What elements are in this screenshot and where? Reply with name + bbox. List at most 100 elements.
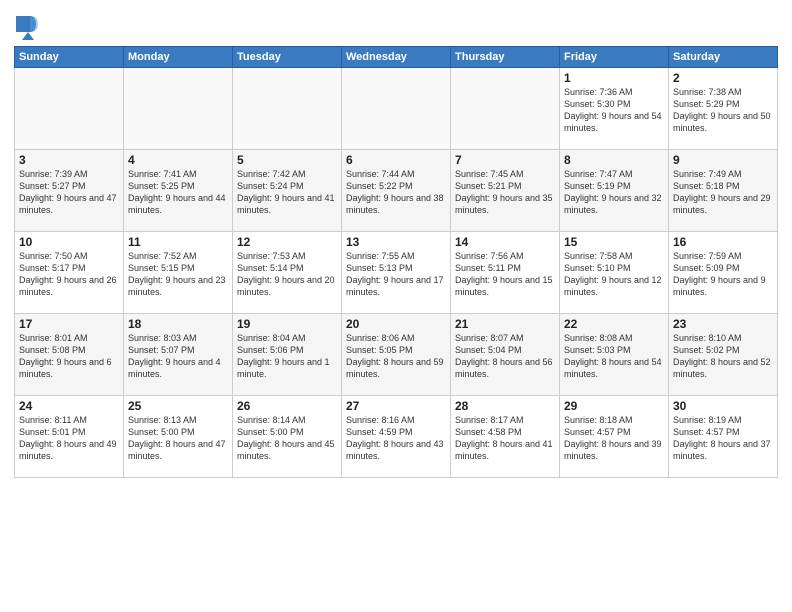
day-number: 28 [455,399,555,413]
calendar-cell: 14Sunrise: 7:56 AM Sunset: 5:11 PM Dayli… [451,232,560,314]
calendar-cell: 13Sunrise: 7:55 AM Sunset: 5:13 PM Dayli… [342,232,451,314]
cell-info: Sunrise: 7:55 AM Sunset: 5:13 PM Dayligh… [346,250,446,299]
calendar-cell [233,68,342,150]
week-row-2: 3Sunrise: 7:39 AM Sunset: 5:27 PM Daylig… [15,150,778,232]
calendar-cell: 17Sunrise: 8:01 AM Sunset: 5:08 PM Dayli… [15,314,124,396]
cell-info: Sunrise: 8:10 AM Sunset: 5:02 PM Dayligh… [673,332,773,381]
calendar-cell: 9Sunrise: 7:49 AM Sunset: 5:18 PM Daylig… [669,150,778,232]
day-number: 20 [346,317,446,331]
cell-info: Sunrise: 7:49 AM Sunset: 5:18 PM Dayligh… [673,168,773,217]
day-number: 19 [237,317,337,331]
week-row-1: 1Sunrise: 7:36 AM Sunset: 5:30 PM Daylig… [15,68,778,150]
calendar-cell: 5Sunrise: 7:42 AM Sunset: 5:24 PM Daylig… [233,150,342,232]
day-number: 10 [19,235,119,249]
day-number: 8 [564,153,664,167]
cell-info: Sunrise: 8:19 AM Sunset: 4:57 PM Dayligh… [673,414,773,463]
calendar-cell: 16Sunrise: 7:59 AM Sunset: 5:09 PM Dayli… [669,232,778,314]
calendar-cell: 24Sunrise: 8:11 AM Sunset: 5:01 PM Dayli… [15,396,124,478]
cell-info: Sunrise: 7:58 AM Sunset: 5:10 PM Dayligh… [564,250,664,299]
calendar-cell: 4Sunrise: 7:41 AM Sunset: 5:25 PM Daylig… [124,150,233,232]
week-row-5: 24Sunrise: 8:11 AM Sunset: 5:01 PM Dayli… [15,396,778,478]
day-number: 21 [455,317,555,331]
calendar-cell: 27Sunrise: 8:16 AM Sunset: 4:59 PM Dayli… [342,396,451,478]
cell-info: Sunrise: 8:01 AM Sunset: 5:08 PM Dayligh… [19,332,119,381]
day-number: 9 [673,153,773,167]
cell-info: Sunrise: 7:41 AM Sunset: 5:25 PM Dayligh… [128,168,228,217]
cell-info: Sunrise: 8:17 AM Sunset: 4:58 PM Dayligh… [455,414,555,463]
day-number: 7 [455,153,555,167]
calendar-page: SundayMondayTuesdayWednesdayThursdayFrid… [0,0,792,612]
cell-info: Sunrise: 8:11 AM Sunset: 5:01 PM Dayligh… [19,414,119,463]
cell-info: Sunrise: 7:42 AM Sunset: 5:24 PM Dayligh… [237,168,337,217]
day-number: 12 [237,235,337,249]
calendar-table: SundayMondayTuesdayWednesdayThursdayFrid… [14,46,778,478]
week-row-4: 17Sunrise: 8:01 AM Sunset: 5:08 PM Dayli… [15,314,778,396]
calendar-cell: 29Sunrise: 8:18 AM Sunset: 4:57 PM Dayli… [560,396,669,478]
weekday-header-sunday: Sunday [15,47,124,68]
calendar-cell: 21Sunrise: 8:07 AM Sunset: 5:04 PM Dayli… [451,314,560,396]
cell-info: Sunrise: 7:47 AM Sunset: 5:19 PM Dayligh… [564,168,664,217]
cell-info: Sunrise: 8:16 AM Sunset: 4:59 PM Dayligh… [346,414,446,463]
day-number: 27 [346,399,446,413]
weekday-header-wednesday: Wednesday [342,47,451,68]
calendar-cell [451,68,560,150]
day-number: 30 [673,399,773,413]
calendar-cell: 25Sunrise: 8:13 AM Sunset: 5:00 PM Dayli… [124,396,233,478]
calendar-cell: 8Sunrise: 7:47 AM Sunset: 5:19 PM Daylig… [560,150,669,232]
calendar-cell: 15Sunrise: 7:58 AM Sunset: 5:10 PM Dayli… [560,232,669,314]
calendar-cell: 10Sunrise: 7:50 AM Sunset: 5:17 PM Dayli… [15,232,124,314]
day-number: 13 [346,235,446,249]
calendar-cell [15,68,124,150]
calendar-cell [342,68,451,150]
day-number: 3 [19,153,119,167]
calendar-cell: 30Sunrise: 8:19 AM Sunset: 4:57 PM Dayli… [669,396,778,478]
calendar-cell: 6Sunrise: 7:44 AM Sunset: 5:22 PM Daylig… [342,150,451,232]
day-number: 1 [564,71,664,85]
cell-info: Sunrise: 7:53 AM Sunset: 5:14 PM Dayligh… [237,250,337,299]
cell-info: Sunrise: 8:18 AM Sunset: 4:57 PM Dayligh… [564,414,664,463]
cell-info: Sunrise: 7:50 AM Sunset: 5:17 PM Dayligh… [19,250,119,299]
cell-info: Sunrise: 7:38 AM Sunset: 5:29 PM Dayligh… [673,86,773,135]
cell-info: Sunrise: 7:39 AM Sunset: 5:27 PM Dayligh… [19,168,119,217]
cell-info: Sunrise: 8:04 AM Sunset: 5:06 PM Dayligh… [237,332,337,381]
calendar-cell: 12Sunrise: 7:53 AM Sunset: 5:14 PM Dayli… [233,232,342,314]
cell-info: Sunrise: 7:36 AM Sunset: 5:30 PM Dayligh… [564,86,664,135]
calendar-cell: 28Sunrise: 8:17 AM Sunset: 4:58 PM Dayli… [451,396,560,478]
day-number: 14 [455,235,555,249]
weekday-header-tuesday: Tuesday [233,47,342,68]
day-number: 2 [673,71,773,85]
cell-info: Sunrise: 7:59 AM Sunset: 5:09 PM Dayligh… [673,250,773,299]
day-number: 25 [128,399,228,413]
day-number: 29 [564,399,664,413]
weekday-header-friday: Friday [560,47,669,68]
cell-info: Sunrise: 7:52 AM Sunset: 5:15 PM Dayligh… [128,250,228,299]
day-number: 23 [673,317,773,331]
cell-info: Sunrise: 8:06 AM Sunset: 5:05 PM Dayligh… [346,332,446,381]
calendar-cell: 23Sunrise: 8:10 AM Sunset: 5:02 PM Dayli… [669,314,778,396]
calendar-cell: 2Sunrise: 7:38 AM Sunset: 5:29 PM Daylig… [669,68,778,150]
calendar-cell: 22Sunrise: 8:08 AM Sunset: 5:03 PM Dayli… [560,314,669,396]
day-number: 16 [673,235,773,249]
cell-info: Sunrise: 8:08 AM Sunset: 5:03 PM Dayligh… [564,332,664,381]
calendar-cell: 1Sunrise: 7:36 AM Sunset: 5:30 PM Daylig… [560,68,669,150]
logo-icon [14,14,38,42]
weekday-header-row: SundayMondayTuesdayWednesdayThursdayFrid… [15,47,778,68]
day-number: 24 [19,399,119,413]
weekday-header-thursday: Thursday [451,47,560,68]
day-number: 26 [237,399,337,413]
weekday-header-saturday: Saturday [669,47,778,68]
calendar-cell: 18Sunrise: 8:03 AM Sunset: 5:07 PM Dayli… [124,314,233,396]
calendar-cell: 3Sunrise: 7:39 AM Sunset: 5:27 PM Daylig… [15,150,124,232]
calendar-cell: 26Sunrise: 8:14 AM Sunset: 5:00 PM Dayli… [233,396,342,478]
calendar-cell: 20Sunrise: 8:06 AM Sunset: 5:05 PM Dayli… [342,314,451,396]
day-number: 15 [564,235,664,249]
day-number: 17 [19,317,119,331]
day-number: 11 [128,235,228,249]
cell-info: Sunrise: 7:44 AM Sunset: 5:22 PM Dayligh… [346,168,446,217]
calendar-cell: 19Sunrise: 8:04 AM Sunset: 5:06 PM Dayli… [233,314,342,396]
cell-info: Sunrise: 8:07 AM Sunset: 5:04 PM Dayligh… [455,332,555,381]
logo [14,14,40,42]
day-number: 5 [237,153,337,167]
week-row-3: 10Sunrise: 7:50 AM Sunset: 5:17 PM Dayli… [15,232,778,314]
calendar-cell [124,68,233,150]
